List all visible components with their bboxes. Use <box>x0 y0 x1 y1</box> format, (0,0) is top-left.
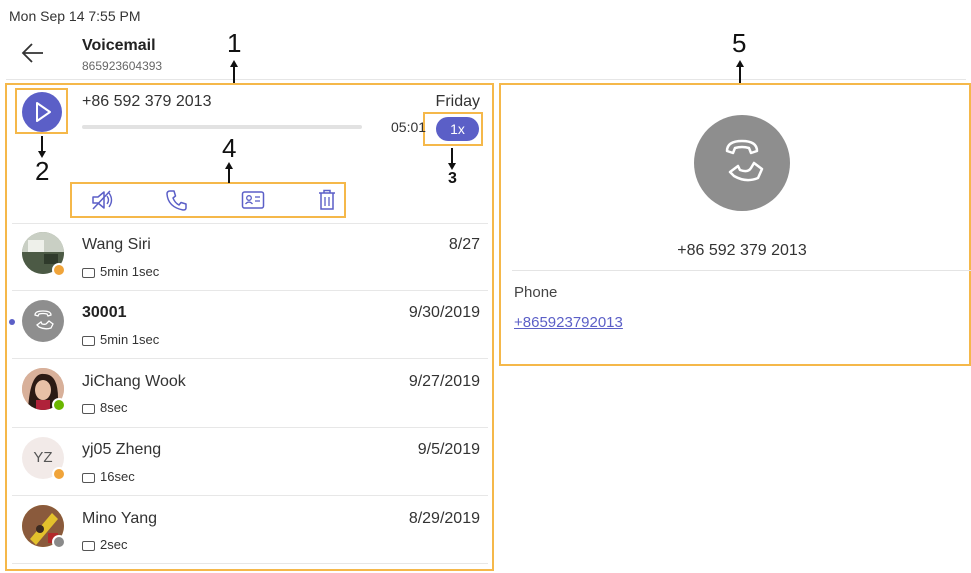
contact-name: JiChang Wook <box>82 373 186 390</box>
voicemail-icon <box>82 472 95 483</box>
voicemail-duration: 5min 1sec <box>82 332 159 347</box>
detail-number: +86 592 379 2013 <box>677 242 807 259</box>
voicemail-duration: 16sec <box>82 469 135 484</box>
play-button[interactable] <box>22 92 62 132</box>
list-item[interactable] <box>12 428 488 494</box>
header-divider <box>6 79 966 80</box>
delete-icon <box>319 189 335 210</box>
playback-progress-bar[interactable] <box>82 125 362 129</box>
contact-name: yj05 Zheng <box>82 441 162 458</box>
list-item[interactable] <box>12 291 488 357</box>
voicemail-icon <box>82 267 95 278</box>
voicemail-date: 8/29/2019 <box>408 510 480 527</box>
voicemail-date: 9/27/2019 <box>408 373 480 390</box>
voicemail-duration-text: 5min 1sec <box>100 264 160 279</box>
avatar-initials: YZ <box>33 449 53 466</box>
annotation-1: 1 <box>227 28 242 58</box>
voicemail-duration-text: 2sec <box>100 537 128 552</box>
presence-available-badge <box>52 398 66 412</box>
speaker-off-button[interactable] <box>90 187 116 213</box>
phone-contact-icon <box>34 310 54 330</box>
contact-name: Mino Yang <box>82 510 158 527</box>
detail-divider <box>512 270 971 271</box>
contact-card-button[interactable] <box>240 187 266 213</box>
voicemail-duration-text: 8sec <box>100 400 128 415</box>
contact-name: 30001 <box>82 304 127 321</box>
voicemail-icon <box>82 540 95 551</box>
voicemail-duration-text: 5min 1sec <box>100 332 160 347</box>
voicemail-duration: 8sec <box>82 400 127 415</box>
contact-card-icon <box>241 191 265 209</box>
list-item[interactable] <box>12 496 488 562</box>
voicemail-duration: 2sec <box>82 537 127 552</box>
annotation-3: 3 <box>448 170 457 187</box>
voicemail-icon <box>82 403 95 414</box>
voicemail-date: 8/27 <box>448 236 480 253</box>
call-icon <box>166 190 187 211</box>
arrow-left-icon <box>21 43 43 63</box>
annotation-1-arrow <box>228 58 240 89</box>
page-title: Voicemail <box>82 37 156 54</box>
selected-voicemail-number: +86 592 379 2013 <box>82 93 212 110</box>
row-divider <box>12 563 488 564</box>
voicemail-date: 9/5/2019 <box>417 441 480 458</box>
phone-label: Phone <box>514 284 558 301</box>
selected-voicemail-day: Friday <box>435 93 480 110</box>
play-icon <box>36 102 51 122</box>
voicemail-duration-text: 16sec <box>100 469 135 484</box>
voicemail-icon <box>82 335 95 346</box>
detail-avatar <box>694 115 790 211</box>
phone-number-link[interactable]: +865923792013 <box>514 314 623 331</box>
unread-dot <box>9 319 15 325</box>
phone-contact-icon <box>725 139 764 182</box>
list-item[interactable] <box>12 224 488 290</box>
playback-duration: 05:01 <box>391 119 427 135</box>
annotation-5: 5 <box>732 28 747 58</box>
speaker-off-icon <box>92 190 113 210</box>
annotation-4-arrow <box>223 160 235 189</box>
presence-away-badge <box>52 467 66 481</box>
voicemail-date: 9/30/2019 <box>408 304 480 321</box>
presence-offline-badge <box>52 535 66 549</box>
annotation-2: 2 <box>35 156 50 186</box>
presence-away-badge <box>52 263 66 277</box>
annotation-5-arrow <box>734 58 746 89</box>
contact-name: Wang Siri <box>82 236 151 253</box>
voicemail-duration: 5min 1sec <box>82 264 159 279</box>
delete-button[interactable] <box>314 187 340 213</box>
call-button[interactable] <box>164 187 190 213</box>
back-button[interactable] <box>19 40 45 66</box>
avatar <box>22 300 64 342</box>
list-item[interactable] <box>12 359 488 425</box>
playback-speed-button[interactable]: 1x <box>436 117 479 141</box>
status-bar-datetime: Mon Sep 14 7:55 PM <box>9 8 141 24</box>
voicemail-number: 865923604393 <box>82 59 163 73</box>
